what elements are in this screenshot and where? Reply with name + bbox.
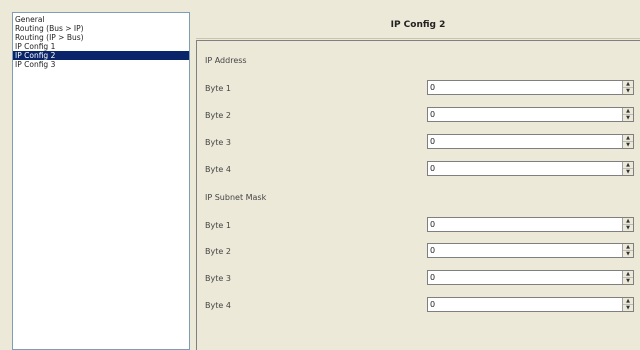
tree-item-routing-bus-ip[interactable]: Routing (Bus > IP) xyxy=(13,24,189,33)
arrow-down-icon[interactable]: ▼ xyxy=(623,169,633,175)
arrow-down-icon[interactable]: ▼ xyxy=(623,225,633,231)
ip-byte3-spinbox[interactable]: 0 ▲ ▼ xyxy=(427,134,634,149)
arrow-up-icon[interactable]: ▲ xyxy=(623,244,633,251)
arrow-up-icon[interactable]: ▲ xyxy=(623,81,633,88)
arrow-up-icon[interactable]: ▲ xyxy=(623,135,633,142)
arrow-down-icon[interactable]: ▼ xyxy=(623,88,633,94)
arrow-up-icon[interactable]: ▲ xyxy=(623,162,633,169)
arrow-up-icon[interactable]: ▲ xyxy=(623,218,633,225)
tree-item-ip-config-2[interactable]: IP Config 2 xyxy=(13,51,189,60)
ip-byte2-spinbox[interactable]: 0 ▲ ▼ xyxy=(427,107,634,122)
ip-byte4-label: Byte 4 xyxy=(205,165,231,174)
ip-byte3-value[interactable]: 0 xyxy=(430,135,435,148)
ip-byte1-label: Byte 1 xyxy=(205,84,231,93)
ip-byte4-value[interactable]: 0 xyxy=(430,162,435,175)
page-title: IP Config 2 xyxy=(196,12,640,39)
mask-byte3-value[interactable]: 0 xyxy=(430,271,435,284)
arrow-up-icon[interactable]: ▲ xyxy=(623,271,633,278)
mask-byte2-label: Byte 2 xyxy=(205,247,231,256)
arrow-down-icon[interactable]: ▼ xyxy=(623,278,633,284)
parameter-tree[interactable]: General Routing (Bus > IP) Routing (IP >… xyxy=(12,12,190,350)
ip-byte4-spinbox[interactable]: 0 ▲ ▼ xyxy=(427,161,634,176)
ip-byte2-value[interactable]: 0 xyxy=(430,108,435,121)
ip-address-section-label: IP Address xyxy=(205,56,247,65)
tree-item-general[interactable]: General xyxy=(13,15,189,24)
arrow-down-icon[interactable]: ▼ xyxy=(623,115,633,121)
mask-byte1-spinbox[interactable]: 0 ▲ ▼ xyxy=(427,217,634,232)
mask-byte1-value[interactable]: 0 xyxy=(430,218,435,231)
mask-byte2-spinbox[interactable]: 0 ▲ ▼ xyxy=(427,243,634,258)
mask-byte2-value[interactable]: 0 xyxy=(430,244,435,257)
ip-byte3-label: Byte 3 xyxy=(205,138,231,147)
tree-item-ip-config-1[interactable]: IP Config 1 xyxy=(13,42,189,51)
tree-item-routing-ip-bus[interactable]: Routing (IP > Bus) xyxy=(13,33,189,42)
mask-byte4-value[interactable]: 0 xyxy=(430,298,435,311)
ip-byte2-label: Byte 2 xyxy=(205,111,231,120)
arrow-up-icon[interactable]: ▲ xyxy=(623,298,633,305)
mask-byte1-label: Byte 1 xyxy=(205,221,231,230)
mask-byte4-label: Byte 4 xyxy=(205,301,231,310)
ip-byte1-spinbox[interactable]: 0 ▲ ▼ xyxy=(427,80,634,95)
arrow-down-icon[interactable]: ▼ xyxy=(623,251,633,257)
mask-byte3-label: Byte 3 xyxy=(205,274,231,283)
settings-panel: IP Address Byte 1 0 ▲ ▼ Byte 2 0 ▲ ▼ Byt… xyxy=(196,40,640,350)
arrow-up-icon[interactable]: ▲ xyxy=(623,108,633,115)
mask-byte3-spinbox[interactable]: 0 ▲ ▼ xyxy=(427,270,634,285)
arrow-down-icon[interactable]: ▼ xyxy=(623,142,633,148)
tree-item-ip-config-3[interactable]: IP Config 3 xyxy=(13,60,189,69)
subnet-mask-section-label: IP Subnet Mask xyxy=(205,193,267,202)
arrow-down-icon[interactable]: ▼ xyxy=(623,305,633,311)
mask-byte4-spinbox[interactable]: 0 ▲ ▼ xyxy=(427,297,634,312)
ip-byte1-value[interactable]: 0 xyxy=(430,81,435,94)
